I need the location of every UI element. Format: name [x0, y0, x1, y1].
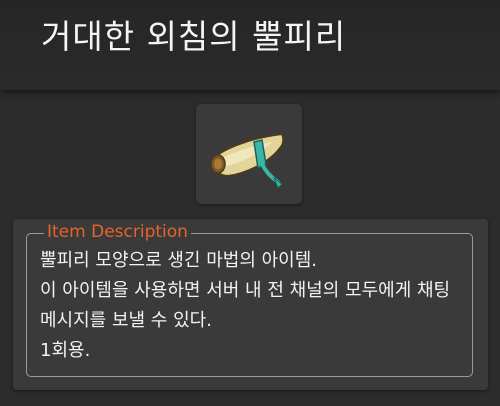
item-icon-slot[interactable] — [196, 104, 302, 204]
description-legend: Item Description — [44, 220, 191, 244]
item-title: 거대한 외침의 뿔피리 — [41, 17, 347, 56]
description-text: 뿔피리 모양으로 생긴 마법의 아이템. 이 아이템을 사용하면 서버 내 전 … — [40, 250, 451, 361]
description-panel: Item Description 뿔피리 모양으로 생긴 마법의 아이템. 이 … — [13, 219, 488, 390]
description-frame: Item Description 뿔피리 모양으로 생긴 마법의 아이템. 이 … — [26, 220, 473, 377]
horn-icon — [210, 132, 285, 189]
item-header: 거대한 외침의 뿔피리 — [0, 0, 500, 90]
